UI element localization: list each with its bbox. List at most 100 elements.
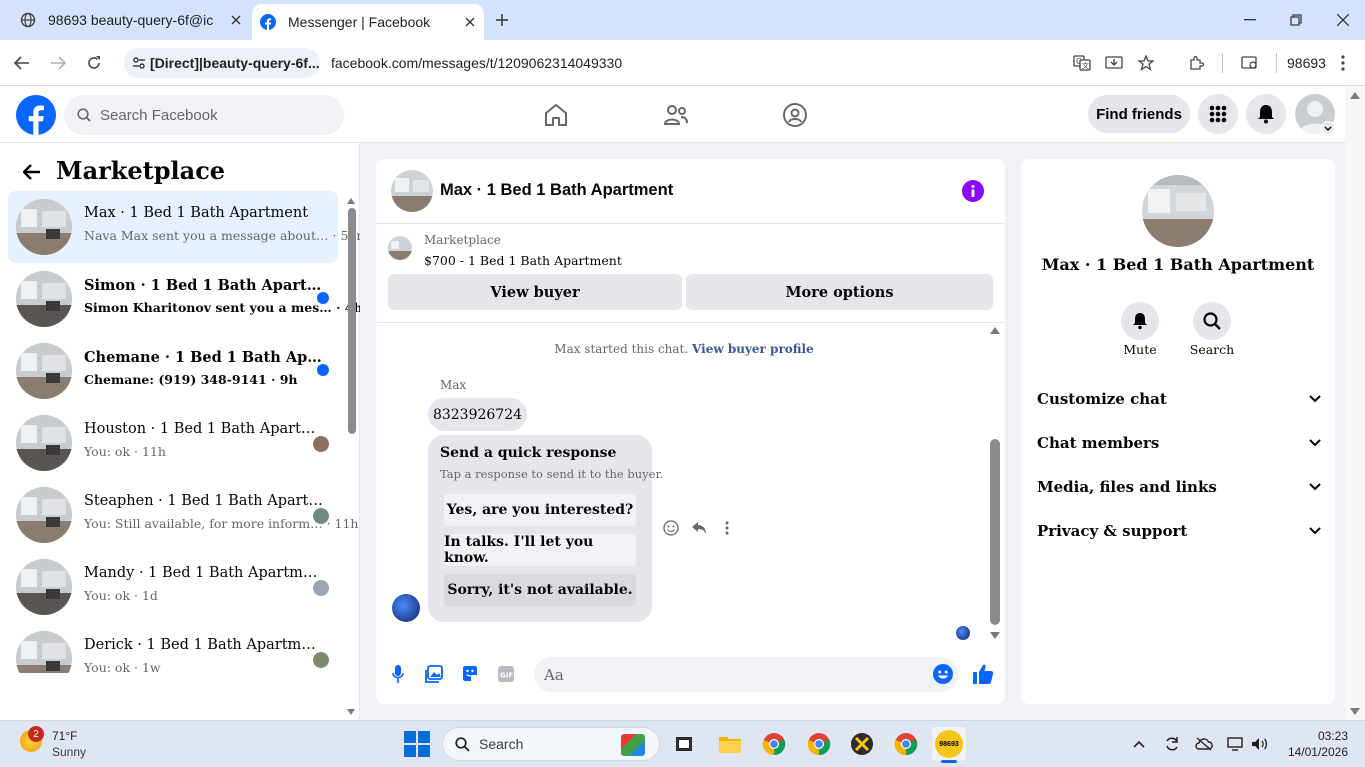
conversation-scrollbar[interactable] bbox=[343, 192, 361, 720]
translate-icon[interactable]: G文 bbox=[1070, 51, 1094, 75]
task-view-icon[interactable] bbox=[667, 727, 701, 761]
scroll-down-arrow-icon[interactable] bbox=[990, 632, 1000, 639]
account-chevron-icon[interactable] bbox=[1321, 121, 1335, 135]
listing-price[interactable]: $700 - 1 Bed 1 Bath Apartment bbox=[424, 253, 622, 268]
clock-time[interactable]: 03:23 bbox=[1290, 729, 1348, 743]
accordion-media-files-links[interactable]: Media, files and links bbox=[1037, 472, 1321, 502]
scroll-up-arrow-icon[interactable] bbox=[990, 327, 1000, 334]
accordion-privacy-support[interactable]: Privacy & support bbox=[1037, 516, 1321, 546]
browser-tab-inactive[interactable]: 98693 beauty-query-6f@ic bbox=[0, 0, 250, 40]
chat-listing-thumbnail[interactable] bbox=[391, 170, 433, 212]
view-buyer-profile-link[interactable]: View buyer profile bbox=[692, 342, 814, 356]
chrome-profile-3-icon[interactable] bbox=[889, 727, 923, 761]
conversation-item[interactable]: Houston · 1 Bed 1 Bath Apartment You: ok … bbox=[8, 407, 338, 479]
cloud-offline-icon[interactable] bbox=[1194, 735, 1214, 753]
home-nav-icon[interactable] bbox=[536, 96, 576, 134]
app-x-icon[interactable] bbox=[845, 727, 879, 761]
quick-response-option[interactable]: In talks. I'll let you know. bbox=[444, 534, 636, 566]
scroll-down-arrow-icon[interactable] bbox=[1350, 708, 1360, 715]
show-hidden-icons-icon[interactable] bbox=[1130, 735, 1148, 753]
more-options-button[interactable]: More options bbox=[686, 274, 993, 310]
message-input[interactable]: Aa bbox=[534, 657, 958, 692]
mute-label[interactable]: Mute bbox=[1110, 342, 1170, 357]
chrome-profile-icon[interactable] bbox=[757, 727, 791, 761]
tab-search-icon[interactable] bbox=[1238, 51, 1262, 75]
quick-response-option[interactable]: Sorry, it's not available. bbox=[444, 574, 636, 606]
bookmark-star-icon[interactable] bbox=[1134, 51, 1158, 75]
conversation-item[interactable]: Steaphen · 1 Bed 1 Bath Apartment You: St… bbox=[8, 479, 358, 551]
reload-icon[interactable] bbox=[82, 51, 106, 75]
site-info-chip[interactable]: [Direct]|beauty-query-6f... bbox=[124, 48, 320, 78]
clock-date[interactable]: 14/01/2026 bbox=[1282, 745, 1348, 759]
close-window-icon[interactable] bbox=[1331, 8, 1355, 32]
close-tab-icon[interactable] bbox=[456, 8, 484, 36]
scrollbar-thumb[interactable] bbox=[348, 208, 356, 434]
accordion-customize-chat[interactable]: Customize chat bbox=[1037, 384, 1321, 414]
read-receipt-avatar bbox=[313, 436, 329, 452]
mute-bell-icon[interactable] bbox=[1121, 302, 1159, 340]
new-tab-icon[interactable] bbox=[490, 8, 514, 32]
conversation-item[interactable]: Chemane · 1 Bed 1 Bath Apart… Chemane: (9… bbox=[8, 335, 338, 407]
search-label[interactable]: Search bbox=[1182, 342, 1242, 357]
network-icon[interactable] bbox=[1226, 735, 1246, 753]
file-explorer-icon[interactable] bbox=[713, 727, 747, 761]
taskbar-search[interactable]: Search bbox=[442, 727, 660, 761]
scrollbar-thumb[interactable] bbox=[990, 439, 1000, 625]
accordion-chat-members[interactable]: Chat members bbox=[1037, 428, 1321, 458]
browser-tab-active[interactable]: Messenger | Facebook bbox=[252, 4, 484, 40]
weather-desc[interactable]: Sunny bbox=[52, 745, 86, 759]
page-scrollbar[interactable] bbox=[1345, 86, 1365, 720]
gif-icon[interactable]: GIF bbox=[496, 664, 516, 684]
sync-icon[interactable] bbox=[1162, 735, 1182, 753]
conversation-item[interactable]: Max · 1 Bed 1 Bath Apartment Nava Max sen… bbox=[8, 191, 360, 263]
maximize-window-icon[interactable] bbox=[1284, 8, 1308, 32]
menu-grid-icon[interactable] bbox=[1198, 94, 1238, 134]
listing-thumbnail[interactable] bbox=[388, 236, 412, 260]
minimize-window-icon[interactable] bbox=[1238, 8, 1262, 32]
profile-label[interactable]: 98693 bbox=[1287, 55, 1326, 71]
notifications-bell-icon[interactable] bbox=[1246, 94, 1286, 134]
chrome-profile-r-icon[interactable] bbox=[802, 727, 836, 761]
scroll-up-arrow-icon[interactable] bbox=[1350, 92, 1360, 99]
message-bubble[interactable]: 8323926724 bbox=[428, 398, 527, 431]
volume-icon[interactable] bbox=[1250, 735, 1270, 753]
buyer-avatar[interactable] bbox=[392, 594, 420, 622]
windows-start-icon[interactable] bbox=[404, 731, 430, 757]
facebook-search-input[interactable]: Search Facebook bbox=[64, 95, 344, 135]
friends-nav-icon[interactable] bbox=[656, 96, 696, 134]
info-icon[interactable] bbox=[962, 180, 984, 202]
voice-clip-icon[interactable] bbox=[388, 664, 408, 684]
groups-nav-icon[interactable] bbox=[775, 96, 815, 134]
thread-scrollbar[interactable] bbox=[988, 324, 1002, 644]
conversation-item[interactable]: Simon · 1 Bed 1 Bath Apartment Simon Khar… bbox=[8, 263, 360, 335]
reply-icon[interactable] bbox=[689, 518, 709, 538]
search-in-chat-icon[interactable] bbox=[1193, 302, 1231, 340]
close-tab-icon[interactable] bbox=[222, 6, 250, 34]
back-icon[interactable] bbox=[10, 51, 34, 75]
sticker-icon[interactable] bbox=[460, 664, 480, 684]
scroll-up-arrow-icon[interactable] bbox=[347, 198, 355, 204]
conversation-item[interactable]: Mandy · 1 Bed 1 Bath Apartment You: ok · … bbox=[8, 551, 338, 623]
active-app-icon[interactable]: 98693 bbox=[932, 727, 966, 761]
more-actions-icon[interactable] bbox=[717, 518, 737, 538]
find-friends-button[interactable]: Find friends bbox=[1088, 95, 1190, 133]
install-app-icon[interactable] bbox=[1102, 51, 1126, 75]
view-buyer-button[interactable]: View buyer bbox=[388, 274, 682, 310]
emoji-picker-icon[interactable] bbox=[932, 663, 954, 685]
quick-response-option[interactable]: Yes, are you interested? bbox=[444, 494, 636, 526]
url-text[interactable]: facebook.com/messages/t/1209062314049330 bbox=[331, 55, 622, 71]
like-thumb-icon[interactable] bbox=[970, 661, 996, 687]
attach-photo-icon[interactable] bbox=[424, 664, 444, 684]
back-arrow-icon[interactable] bbox=[18, 158, 46, 186]
site-chip-label: [Direct]|beauty-query-6f... bbox=[150, 55, 320, 71]
info-listing-photo[interactable] bbox=[1142, 175, 1214, 247]
forward-icon[interactable] bbox=[46, 51, 70, 75]
facebook-logo-icon[interactable] bbox=[16, 95, 56, 135]
react-emoji-icon[interactable] bbox=[661, 518, 681, 538]
weather-temp[interactable]: 71°F bbox=[52, 729, 77, 743]
address-bar[interactable]: [Direct]|beauty-query-6f... facebook.com… bbox=[118, 48, 1060, 78]
extensions-icon[interactable] bbox=[1184, 51, 1208, 75]
scroll-down-arrow-icon[interactable] bbox=[347, 709, 355, 715]
chrome-menu-icon[interactable] bbox=[1336, 51, 1350, 75]
chat-title[interactable]: Max · 1 Bed 1 Bath Apartment bbox=[440, 181, 673, 200]
